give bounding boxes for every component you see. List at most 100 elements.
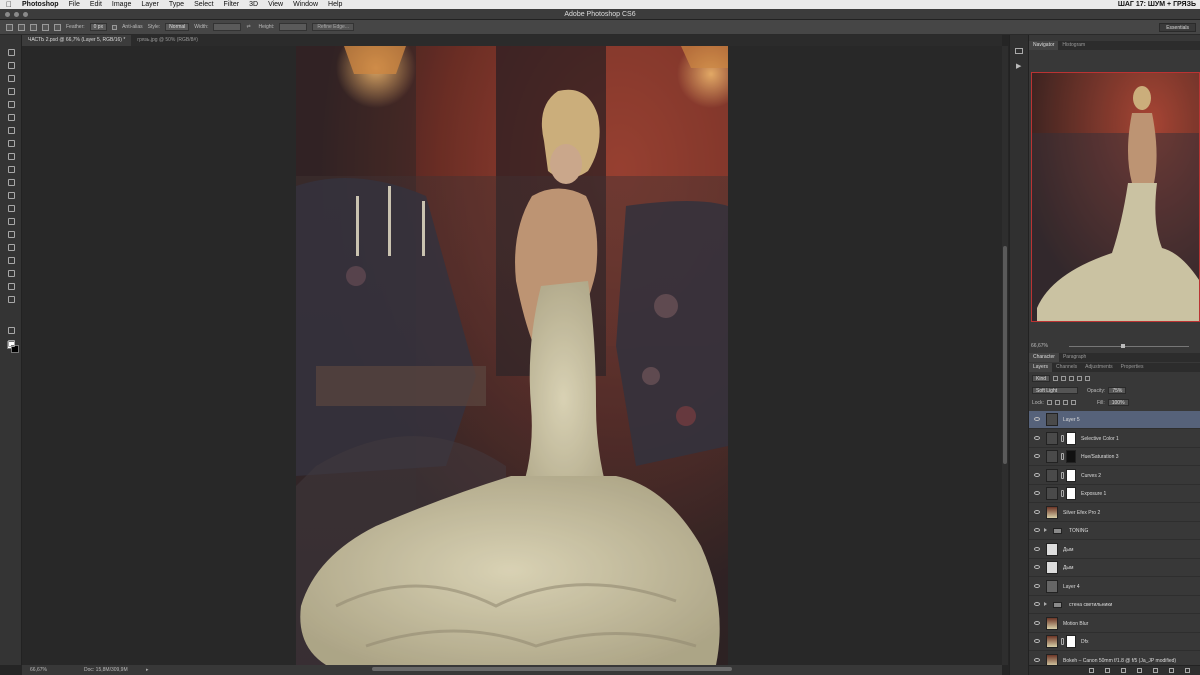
layer-row[interactable]: TONING [1029, 522, 1200, 540]
menu-3d[interactable]: 3D [244, 0, 263, 9]
visibility-eye-icon[interactable] [1034, 639, 1040, 643]
menu-view[interactable]: View [263, 0, 288, 9]
new-group-icon[interactable] [1153, 668, 1158, 673]
navigator-zoom-value[interactable]: 66,67% [1031, 343, 1048, 349]
minimize-window-button[interactable] [14, 12, 19, 17]
visibility-eye-icon[interactable] [1034, 565, 1040, 569]
add-mask-icon[interactable] [1121, 668, 1126, 673]
style-select[interactable]: Normal [165, 23, 190, 31]
clone-stamp-tool-icon[interactable] [8, 153, 15, 160]
layer-row[interactable]: Silver Efex Pro 2 [1029, 504, 1200, 522]
visibility-eye-icon[interactable] [1034, 417, 1040, 421]
crop-tool-icon[interactable] [8, 101, 15, 108]
apple-menu-icon[interactable]:  [0, 0, 17, 9]
dodge-tool-icon[interactable] [8, 218, 15, 225]
type-tool-icon[interactable] [8, 244, 15, 251]
visibility-eye-icon[interactable] [1034, 454, 1040, 458]
layer-mask-thumbnail[interactable] [1066, 468, 1076, 482]
layer-row[interactable]: Layer 5 [1029, 411, 1200, 429]
navigator-zoom-handle[interactable] [1121, 344, 1125, 348]
menu-image[interactable]: Image [107, 0, 136, 9]
menu-layer[interactable]: Layer [136, 0, 164, 9]
menu-select[interactable]: Select [189, 0, 218, 9]
lock-all-icon[interactable] [1070, 400, 1076, 405]
history-brush-tool-icon[interactable] [8, 166, 15, 173]
layer-thumbnail[interactable] [1046, 561, 1058, 574]
tab-document-2[interactable]: грязь.jpg @ 50% (RGB/8#) [131, 35, 204, 46]
layer-thumbnail[interactable] [1046, 616, 1058, 630]
layer-thumbnail[interactable] [1046, 431, 1058, 445]
filter-shape-icon[interactable] [1077, 376, 1083, 381]
tab-layers[interactable]: Layers [1029, 363, 1053, 372]
layer-row[interactable]: Layer 4 [1029, 578, 1200, 596]
layer-thumbnail[interactable] [1046, 635, 1058, 648]
eraser-tool-icon[interactable] [8, 179, 15, 186]
layer-thumbnail[interactable] [1046, 505, 1058, 519]
visibility-eye-icon[interactable] [1034, 583, 1040, 588]
visibility-eye-icon[interactable] [1034, 528, 1040, 532]
fill-input[interactable]: 100% [1107, 399, 1129, 406]
tab-paragraph[interactable]: Paragraph [1059, 353, 1090, 362]
tab-channels[interactable]: Channels [1052, 363, 1081, 372]
tab-properties[interactable]: Properties [1117, 363, 1148, 372]
menu-help[interactable]: Help [323, 0, 347, 9]
pen-tool-icon[interactable] [8, 231, 15, 238]
menu-window[interactable]: Window [288, 0, 323, 9]
group-expand-arrow-icon[interactable] [1044, 528, 1047, 532]
navigator-zoom-slider[interactable] [1069, 346, 1189, 347]
link-layers-icon[interactable] [1089, 668, 1094, 673]
layer-row[interactable]: Bokeh – Canon 50mm f/1.8 @ f/5 (Ja_JP mo… [1029, 652, 1200, 665]
blend-mode-select[interactable]: Soft Light [1032, 387, 1078, 394]
layer-row[interactable]: Selective Color 1 [1029, 430, 1200, 448]
subtract-selection-icon[interactable] [42, 23, 49, 31]
tab-adjustments[interactable]: Adjustments [1081, 363, 1117, 372]
menu-filter[interactable]: Filter [219, 0, 245, 9]
visibility-eye-icon[interactable] [1034, 509, 1040, 514]
layer-row[interactable]: Curves 2 [1029, 467, 1200, 485]
height-input[interactable] [279, 23, 308, 31]
menu-file[interactable]: File [64, 0, 85, 9]
brush-tool-icon[interactable] [8, 140, 15, 147]
layer-mask-thumbnail[interactable] [1066, 487, 1076, 500]
layer-row[interactable]: Дым [1029, 559, 1200, 577]
status-menu-arrow-icon[interactable]: ▸ [146, 665, 149, 675]
mask-link-icon[interactable] [1061, 638, 1064, 645]
mask-link-icon[interactable] [1061, 453, 1064, 460]
mask-link-icon[interactable] [1061, 434, 1064, 442]
add-selection-icon[interactable] [30, 23, 37, 31]
new-adjustment-icon[interactable] [1137, 668, 1142, 673]
layer-thumbnail[interactable] [1046, 579, 1058, 593]
lock-transparent-icon[interactable] [1046, 400, 1052, 405]
mask-link-icon[interactable] [1061, 490, 1064, 497]
lasso-tool-icon[interactable] [8, 75, 15, 82]
antialias-checkbox[interactable] [112, 24, 118, 30]
layer-thumbnail[interactable] [1046, 450, 1058, 463]
marquee-tool-icon[interactable] [8, 62, 15, 69]
layer-row[interactable]: стена светильники [1029, 596, 1200, 614]
gradient-tool-icon[interactable] [8, 192, 15, 199]
vertical-scroll-thumb[interactable] [1003, 246, 1007, 464]
layer-filter-kind[interactable]: Kind [1032, 375, 1051, 382]
layer-row[interactable]: Hue/Saturation 3 [1029, 448, 1200, 466]
tab-histogram[interactable]: Histogram [1058, 41, 1089, 50]
refine-edge-button[interactable]: Refine Edge... [312, 23, 354, 31]
lock-image-icon[interactable] [1054, 400, 1060, 405]
quick-mask-icon[interactable] [8, 327, 15, 334]
doc-size[interactable]: Doc: 15,8M/309,9M [84, 665, 128, 675]
history-panel-icon[interactable] [1015, 48, 1023, 54]
width-input[interactable] [213, 23, 242, 31]
visibility-eye-icon[interactable] [1034, 657, 1040, 662]
tab-document-1[interactable]: ЧАСТЬ 2.psd @ 66,7% (Layer 5, RGB/16) * [22, 35, 132, 46]
screen-mode-icon[interactable] [8, 340, 15, 347]
layer-mask-thumbnail[interactable] [1066, 450, 1076, 463]
visibility-eye-icon[interactable] [1034, 435, 1040, 440]
menu-photoshop[interactable]: Photoshop [17, 0, 64, 9]
layer-thumbnail[interactable] [1046, 468, 1058, 482]
blur-tool-icon[interactable] [8, 205, 15, 212]
layer-row[interactable]: Motion Blur [1029, 615, 1200, 633]
menu-type[interactable]: Type [164, 0, 189, 9]
opacity-input[interactable]: 75% [1108, 387, 1127, 394]
new-selection-icon[interactable] [18, 23, 25, 31]
zoom-tool-icon[interactable] [8, 296, 15, 303]
layer-row[interactable]: Exposure 1 [1029, 485, 1200, 503]
